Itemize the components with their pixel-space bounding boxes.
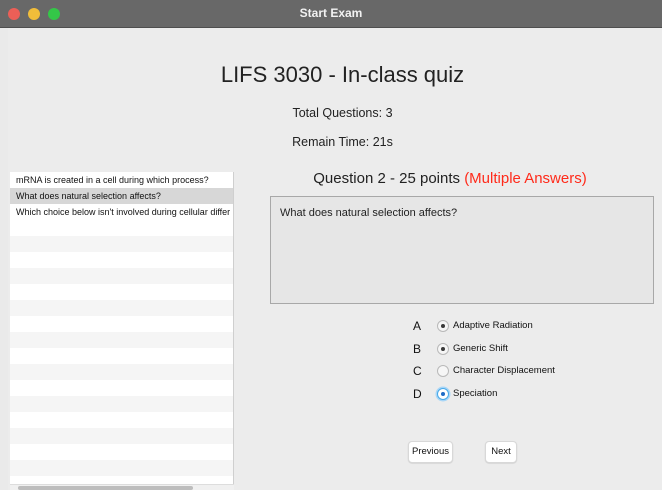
option-d-radio-checked-focused[interactable] <box>437 388 449 400</box>
option-a-radio-checked[interactable] <box>437 320 449 332</box>
option-label[interactable]: Character Displacement <box>453 362 555 380</box>
empty-list-row <box>10 300 233 316</box>
option-label[interactable]: Generic Shift <box>453 340 508 358</box>
question-list[interactable]: mRNA is created in a cell during which p… <box>10 172 234 490</box>
empty-list-row <box>10 444 233 460</box>
option-letter: B <box>413 342 422 356</box>
empty-list-row <box>10 316 233 332</box>
option-letter: D <box>413 387 422 401</box>
empty-list-row <box>10 332 233 348</box>
empty-list-row <box>10 348 233 364</box>
option-letter: A <box>413 319 422 333</box>
option-c-radio-unchecked[interactable] <box>437 365 449 377</box>
question-number-points: Question 2 - 25 points <box>313 170 461 187</box>
window-title: Start Exam <box>299 6 363 20</box>
option-label[interactable]: Speciation <box>453 385 497 403</box>
remain-time-label: Remain Time: 21s <box>292 135 393 149</box>
empty-list-row <box>10 252 233 268</box>
question-text: What does natural selection affects? <box>280 207 458 219</box>
total-questions-label: Total Questions: 3 <box>292 106 393 120</box>
empty-list-row <box>10 220 233 236</box>
question-list-horizontal-scrollbar[interactable] <box>10 484 234 490</box>
question-list-item-1[interactable]: mRNA is created in a cell during which p… <box>10 172 233 188</box>
option-label[interactable]: Adaptive Radiation <box>453 317 533 335</box>
question-text-area[interactable]: What does natural selection affects? <box>270 196 654 304</box>
empty-list-row <box>10 364 233 380</box>
question-list-item-3[interactable]: Which choice below isn't involved during… <box>10 204 233 220</box>
empty-list-row <box>10 428 233 444</box>
option-b-radio-checked[interactable] <box>437 343 449 355</box>
quiz-title: LIFS 3030 - In-class quiz <box>220 62 465 87</box>
scrollbar-thumb[interactable] <box>18 486 193 490</box>
previous-button[interactable]: Previous <box>408 441 453 463</box>
question-header: Question 2 - 25 points (Multiple Answers… <box>238 170 662 187</box>
question-list-item-2[interactable]: What does natural selection affects? <box>10 188 233 204</box>
window-edge <box>0 28 8 490</box>
question-type-label: (Multiple Answers) <box>464 170 587 187</box>
empty-list-row <box>10 380 233 396</box>
window-titlebar: Start Exam <box>0 0 662 28</box>
empty-list-row <box>10 268 233 284</box>
empty-list-row <box>10 236 233 252</box>
empty-list-row <box>10 396 233 412</box>
empty-list-row <box>10 460 233 476</box>
empty-list-row <box>10 284 233 300</box>
empty-list-row <box>10 412 233 428</box>
option-letter: C <box>413 364 422 378</box>
next-button[interactable]: Next <box>485 441 517 463</box>
